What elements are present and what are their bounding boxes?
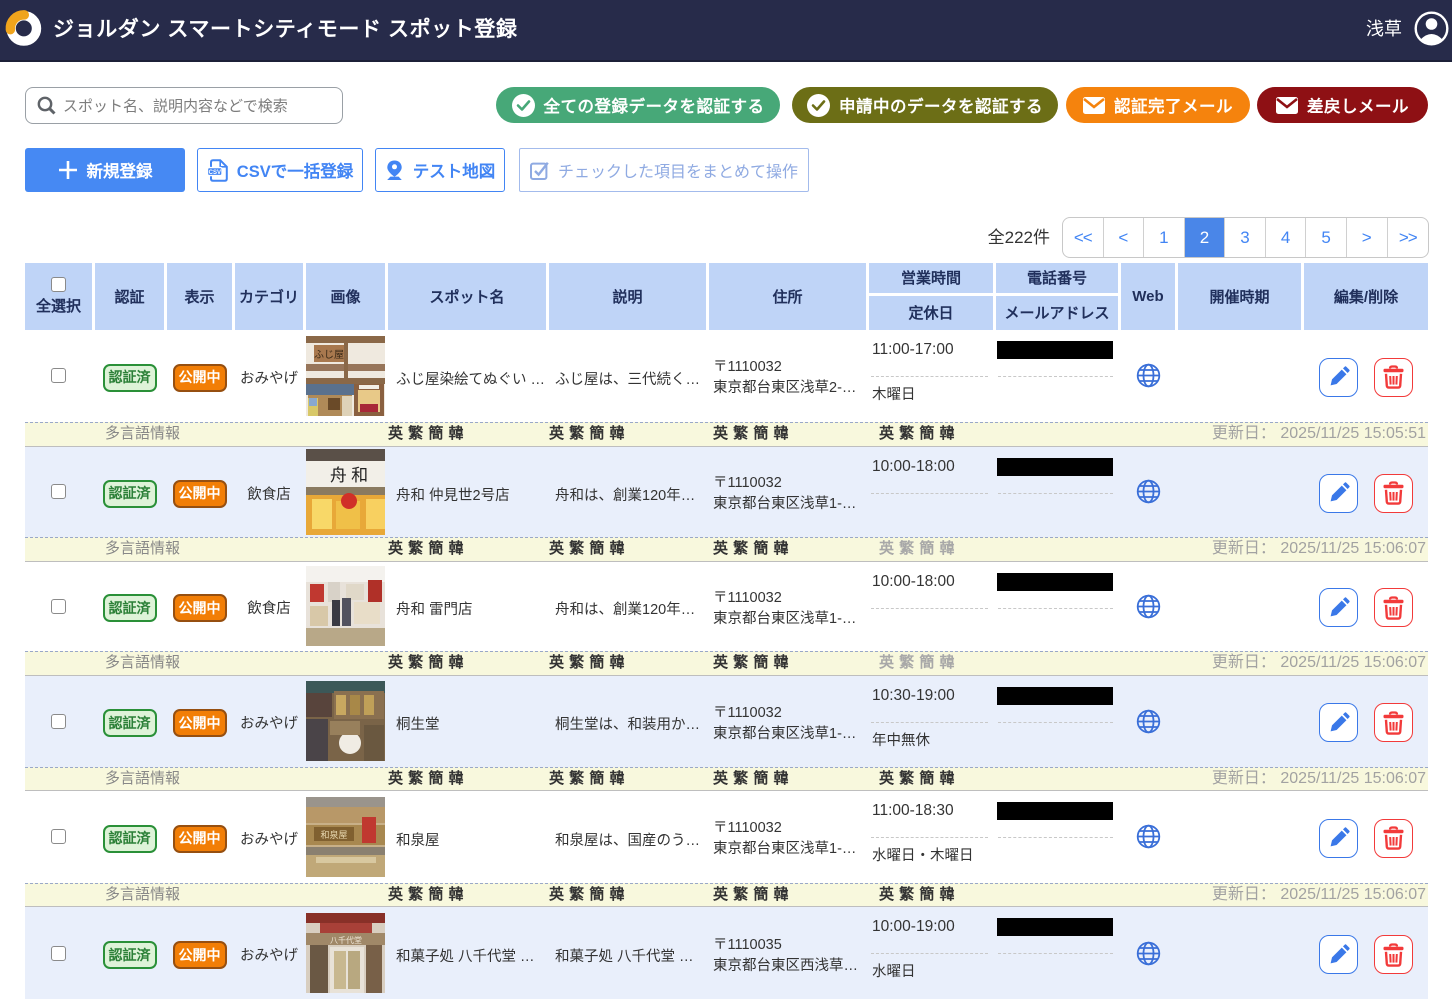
svg-text:CSV: CSV — [208, 169, 220, 175]
svg-text:和泉屋: 和泉屋 — [320, 829, 347, 840]
svg-text:ふじ屋: ふじ屋 — [314, 349, 344, 361]
svg-text:舟 和: 舟 和 — [330, 466, 368, 485]
svg-text:八千代堂: 八千代堂 — [330, 935, 362, 945]
